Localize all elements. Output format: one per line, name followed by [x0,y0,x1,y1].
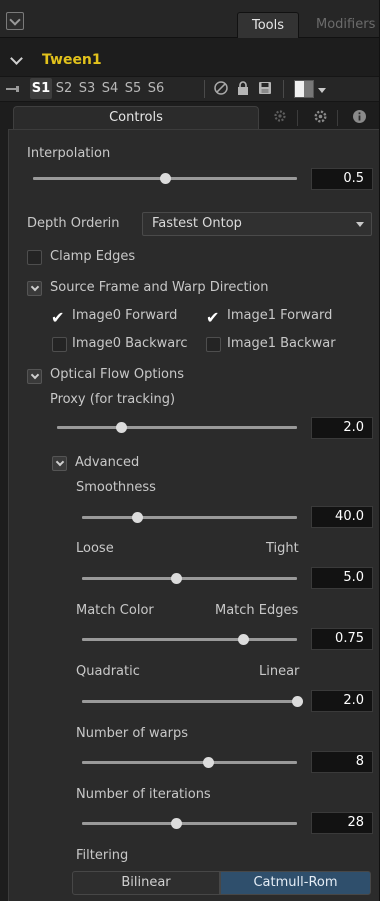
checkmark-icon[interactable]: ✔ [206,310,219,326]
filtering-bilinear-button[interactable]: Bilinear [72,871,220,895]
smoothness-label: Smoothness [76,480,156,495]
settings-gear-icon[interactable] [270,109,290,127]
tight-label: Tight [266,541,299,556]
tab-tools[interactable]: Tools [237,12,299,38]
version-slot-s1[interactable]: S1 [30,78,52,99]
interpolation-slider-handle[interactable] [159,173,171,184]
loose-label: Loose [76,541,114,556]
lock-icon[interactable] [234,80,252,98]
version-slot-s5[interactable]: S5 [122,78,144,99]
disable-icon[interactable] [212,80,230,98]
quadratic-linear-slider-track[interactable] [82,700,297,703]
info-icon[interactable] [349,109,369,127]
collapse-chevron-icon[interactable] [10,52,23,65]
image0-backward-label: Image0 Backwarc [72,336,188,351]
image1-backward-checkbox[interactable] [206,337,221,352]
tab-controls[interactable]: Controls [13,106,259,130]
divider [297,110,298,126]
warps-value-field[interactable]: 8 [311,751,373,773]
checkmark-icon[interactable]: ✔ [51,310,64,326]
quadratic-linear-value-field[interactable]: 2.0 [311,690,373,712]
expand-toggle-icon[interactable] [27,369,42,384]
depth-ordering-dropdown[interactable]: Fastest Ontop [142,212,372,236]
image1-forward-label: Image1 Forward [227,308,333,323]
match-edges-label: Match Edges [215,603,299,618]
tool-name[interactable]: Tween1 [42,52,102,68]
divider [283,80,284,98]
interpolation-value-field[interactable]: 0.5 [311,168,373,190]
clamp-edges-checkbox[interactable] [27,250,42,265]
advanced-header: Advanced [75,455,140,470]
match-slider-handle[interactable] [237,634,249,645]
iterations-value-field[interactable]: 28 [311,812,373,834]
chevron-down-icon[interactable] [356,222,364,227]
clamp-edges-label: Clamp Edges [50,249,136,264]
panel-menu-icon[interactable] [6,12,24,30]
image0-forward-label: Image0 Forward [72,308,178,323]
version-slot-s2[interactable]: S2 [53,78,75,99]
pin-icon[interactable] [6,86,22,92]
filtering-catmull-rom-button[interactable]: Catmull-Rom [220,871,371,895]
match-slider-track[interactable] [82,638,297,641]
gear-icon[interactable] [310,109,330,127]
number-of-warps-label: Number of warps [76,726,188,741]
color-swatch-icon[interactable] [294,80,314,98]
optical-flow-header: Optical Flow Options [50,367,185,382]
divider [204,80,205,98]
proxy-slider-track[interactable] [57,426,297,429]
iterations-slider-track[interactable] [82,822,297,825]
version-slot-s4[interactable]: S4 [99,78,121,99]
warps-slider-track[interactable] [82,761,297,764]
match-color-label: Match Color [76,603,154,618]
linear-label: Linear [259,664,300,679]
image1-backward-label: Image1 Backwar [227,336,336,351]
loose-tight-slider-track[interactable] [82,577,297,580]
version-slot-s6[interactable]: S6 [145,78,167,99]
depth-ordering-label: Depth Orderin [27,216,120,231]
source-frame-header: Source Frame and Warp Direction [50,280,269,295]
smoothness-value-field[interactable]: 40.0 [311,506,373,528]
image0-backward-checkbox[interactable] [52,337,67,352]
smoothness-slider-track[interactable] [82,516,297,519]
quadratic-label: Quadratic [76,664,140,679]
expand-toggle-icon[interactable] [52,456,67,471]
number-of-iterations-label: Number of iterations [76,787,211,802]
proxy-label: Proxy (for tracking) [50,392,176,407]
loose-tight-value-field[interactable]: 5.0 [311,567,373,589]
save-icon[interactable] [256,80,274,98]
match-value-field[interactable]: 0.75 [311,628,373,650]
interpolation-label: Interpolation [27,146,111,161]
expand-toggle-icon[interactable] [27,281,42,296]
version-slot-s3[interactable]: S3 [76,78,98,99]
chevron-down-icon[interactable] [318,88,326,93]
quadratic-linear-slider-handle[interactable] [291,696,303,707]
proxy-value-field[interactable]: 2.0 [311,417,373,439]
filtering-label: Filtering [76,848,129,863]
tab-modifiers[interactable]: Modifiers [308,12,380,38]
divider [337,110,338,126]
